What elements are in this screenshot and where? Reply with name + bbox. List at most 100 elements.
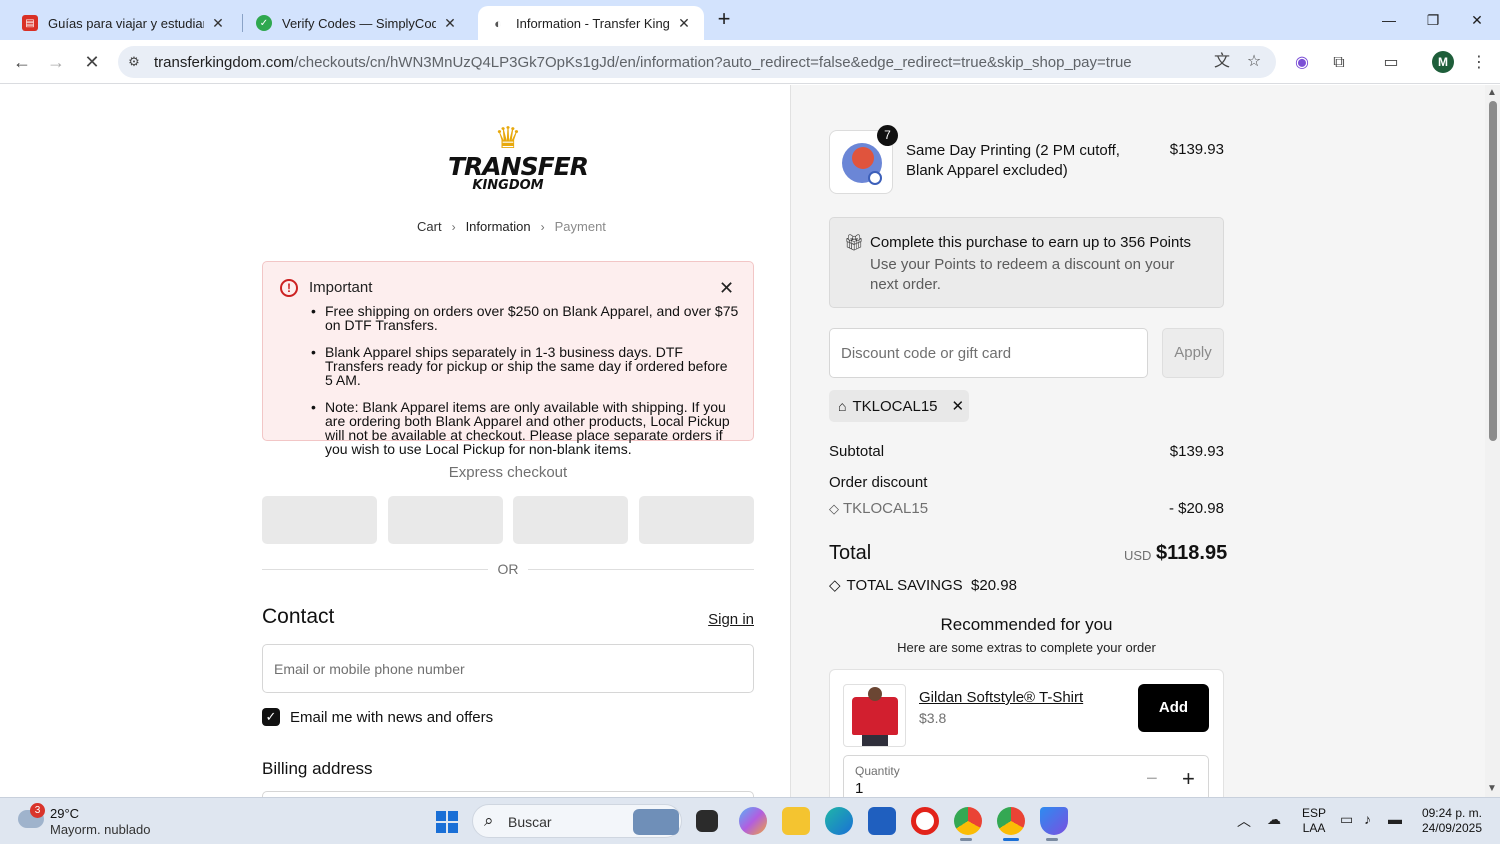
tab-strip: ▤ Guías para viajar y estudiar en N ✕ ✓ …	[0, 0, 1500, 40]
new-tab-icon[interactable]: +	[712, 8, 736, 32]
chevron-up-icon[interactable]: ︿	[1237, 811, 1251, 831]
minimize-icon[interactable]: —	[1366, 6, 1412, 34]
close-tab-icon[interactable]: ✕	[676, 15, 692, 32]
edge-browser-icon[interactable]	[825, 807, 853, 835]
points-title: Complete this purchase to earn up to 356…	[870, 234, 1192, 251]
scroll-up-icon[interactable]: ▲	[1487, 87, 1497, 98]
opera-browser-icon[interactable]	[911, 807, 939, 835]
extensions-puzzle-icon[interactable]: ⧉	[1328, 52, 1350, 74]
warning-icon: !	[280, 279, 298, 297]
express-pay-button[interactable]	[639, 496, 754, 544]
restore-icon[interactable]: ❐	[1410, 6, 1456, 34]
windows-start-icon[interactable]	[436, 811, 458, 833]
taskbar-search[interactable]: ⌕ Buscar	[472, 804, 682, 838]
tab-guias[interactable]: ▤ Guías para viajar y estudiar en N ✕	[10, 6, 238, 40]
clock-date: 24/09/2025	[1421, 821, 1482, 835]
weather-temperature[interactable]: 29°C	[50, 806, 79, 821]
system-clock[interactable]: 09:24 p. m. 24/09/2025	[1418, 806, 1482, 836]
breadcrumb-payment: Payment	[554, 219, 606, 234]
page-scrollbar[interactable]: ▲ ▼	[1485, 85, 1500, 797]
order-discount-label: Order discount	[829, 474, 928, 491]
quantity-label: Quantity	[855, 764, 900, 778]
battery-icon[interactable]: ▬	[1388, 811, 1402, 827]
language-indicator[interactable]: ESP LAA	[1302, 806, 1326, 836]
weather-alert-badge: 3	[30, 803, 45, 818]
plus-icon[interactable]: +	[1182, 766, 1195, 792]
add-button[interactable]: Add	[1138, 684, 1209, 732]
vpn-app-icon[interactable]	[1040, 807, 1068, 835]
chrome-icon[interactable]	[954, 807, 982, 835]
notice-item: Note: Blank Apparel items are only avail…	[311, 400, 739, 456]
extension-assistant-icon[interactable]: ◉	[1291, 52, 1313, 74]
task-view-icon[interactable]	[696, 810, 718, 832]
tab-simplycodes[interactable]: ✓ Verify Codes — SimplyCodes ✕	[244, 6, 470, 40]
tab-search-icon[interactable]: ▭	[1380, 52, 1402, 74]
site-info-icon[interactable]: ⚙	[124, 52, 144, 72]
total-currency: USD	[1124, 548, 1152, 563]
close-window-icon[interactable]: ✕	[1454, 6, 1500, 34]
newsletter-checkbox[interactable]: ✓	[262, 708, 280, 726]
breadcrumb-cart[interactable]: Cart	[417, 219, 442, 234]
bookmark-star-icon[interactable]: ☆	[1244, 52, 1264, 72]
or-separator: OR	[488, 561, 528, 577]
onedrive-cloud-icon[interactable]: ☁	[1267, 811, 1281, 828]
product-price: $139.93	[1169, 141, 1224, 158]
profile-avatar[interactable]: M	[1432, 51, 1454, 73]
menu-kebab-icon[interactable]: ⋮	[1468, 52, 1490, 74]
network-icon[interactable]: ▭	[1340, 811, 1353, 828]
taskbar: 3 29°C Mayorm. nublado ⌕ Buscar ︿ ☁ ESP …	[0, 797, 1500, 844]
checkout-page: ♛ TRANSFER KINGDOM Cart › Information › …	[0, 85, 1485, 797]
discount-code-input[interactable]	[829, 328, 1148, 378]
copilot-icon[interactable]	[739, 807, 767, 835]
site-favicon-icon: ✓	[256, 15, 272, 31]
notice-list: Free shipping on orders over $250 on Bla…	[311, 304, 739, 469]
running-indicator	[1046, 838, 1058, 841]
quantity-stepper[interactable]: Quantity 1 − +	[843, 755, 1209, 797]
chevron-right-icon: ›	[451, 219, 456, 234]
crown-icon: ♛	[494, 122, 522, 155]
close-tab-icon[interactable]: ✕	[442, 15, 458, 32]
logo-line1: TRANSFER	[448, 152, 589, 181]
recommended-product-name[interactable]: Gildan Softstyle® T-Shirt	[919, 689, 1083, 706]
volume-icon[interactable]: ♪	[1364, 811, 1371, 827]
tab-transfer-kingdom[interactable]: ◐ Information - Transfer Kingdom ✕	[478, 6, 704, 40]
quantity-value[interactable]: 1	[855, 780, 863, 797]
translate-icon[interactable]: 文	[1212, 52, 1232, 72]
express-pay-button[interactable]	[262, 496, 377, 544]
recommended-subheading: Here are some extras to complete your or…	[897, 640, 1156, 655]
minus-icon[interactable]: −	[1146, 768, 1158, 791]
email-field[interactable]	[262, 644, 754, 693]
forward-icon[interactable]: →	[42, 48, 70, 76]
weather-description[interactable]: Mayorm. nublado	[50, 822, 150, 837]
tshirt-thumbnail[interactable]	[843, 684, 906, 747]
close-tab-icon[interactable]: ✕	[210, 15, 226, 32]
remove-discount-icon[interactable]: ✕	[952, 397, 965, 415]
site-favicon-icon: ▤	[22, 15, 38, 31]
contact-heading: Contact	[262, 605, 335, 628]
apply-button[interactable]: Apply	[1162, 328, 1224, 378]
file-explorer-icon[interactable]	[782, 807, 810, 835]
tag-icon: ◇	[829, 501, 839, 516]
microsoft-store-icon[interactable]	[868, 807, 896, 835]
subtotal-row: Subtotal $139.93	[829, 443, 1224, 460]
newsletter-label[interactable]: Email me with news and offers	[290, 709, 493, 726]
address-bar[interactable]: ⚙ transferkingdom.com/checkouts/cn/hWN3M…	[118, 46, 1276, 78]
gift-icon: 🎁︎	[844, 235, 865, 252]
stop-loading-icon[interactable]: ✕	[78, 48, 106, 76]
loading-favicon-icon: ◐	[490, 15, 506, 31]
product-image-detail	[852, 147, 874, 169]
express-pay-button[interactable]	[513, 496, 628, 544]
express-pay-button[interactable]	[388, 496, 503, 544]
close-icon[interactable]: ✕	[719, 278, 734, 299]
points-banner: 🎁︎ Complete this purchase to earn up to …	[829, 217, 1224, 308]
store-logo[interactable]: ♛ TRANSFER KINGDOM	[448, 122, 589, 203]
scrollbar-thumb[interactable]	[1489, 101, 1497, 441]
back-icon[interactable]: ←	[8, 48, 36, 76]
url-domain: transferkingdom.com	[154, 54, 295, 71]
scroll-down-icon[interactable]: ▼	[1487, 783, 1497, 794]
total-label: Total	[829, 542, 872, 564]
chrome-profile-icon[interactable]	[997, 807, 1025, 835]
sign-in-link[interactable]: Sign in	[700, 611, 754, 628]
logo-line2: KINGDOM	[472, 178, 544, 193]
search-highlight-image	[633, 809, 679, 835]
